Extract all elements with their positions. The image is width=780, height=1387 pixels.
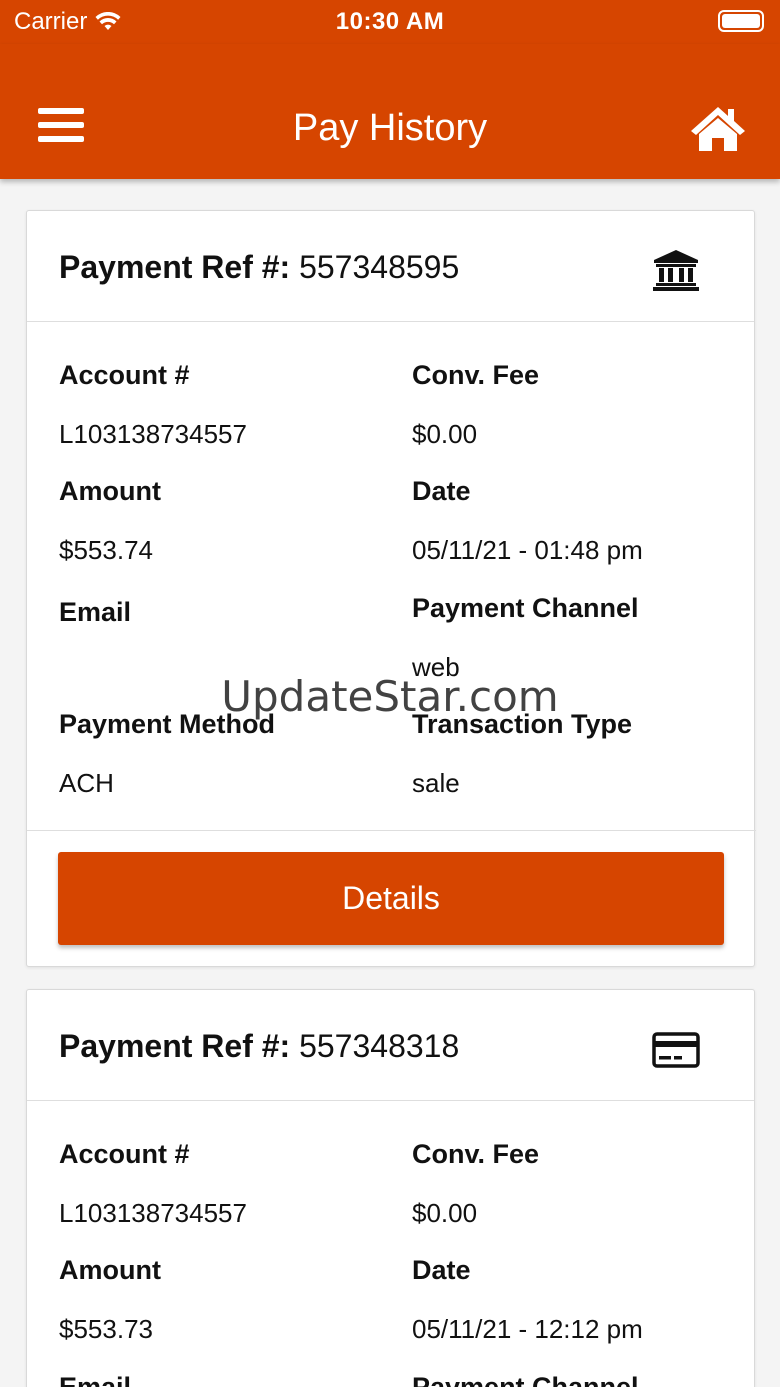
amount-value: $553.73 [59,1314,153,1344]
date-value: 05/11/21 - 12:12 pm [412,1314,643,1344]
account-value: L103138734557 [59,1198,247,1228]
account-label: Account # [59,360,190,390]
conv-fee-value: $0.00 [412,419,478,449]
page-title: Pay History [292,107,488,149]
card-header: Payment Ref #: 557348595 [27,211,754,322]
home-icon[interactable] [688,104,748,154]
status-bar: Carrier 10:30 AM [0,0,780,44]
payment-ref-value: 557348318 [299,1028,460,1064]
payment-channel-label: Payment Channel [412,1372,639,1387]
conv-fee-label: Conv. Fee [412,1139,540,1169]
payment-ref-value: 557348595 [299,249,460,285]
date-label: Date [412,476,471,506]
conv-fee-value: $0.00 [412,1198,478,1228]
amount-value: $553.74 [59,535,153,565]
amount-label: Amount [59,476,161,506]
app-header: Pay History [0,44,780,179]
transaction-type-value: sale [412,768,460,798]
date-label: Date [412,1255,471,1285]
conv-fee-label: Conv. Fee [412,360,540,390]
email-label: Email [59,1372,132,1387]
payment-ref-label: Payment Ref #: [59,1028,291,1064]
payment-card: Payment Ref #: 557348595 Account # Conv.… [26,210,756,967]
amount-label: Amount [59,1255,161,1285]
transaction-type-label: Transaction Type [412,709,633,739]
payment-ref: Payment Ref #: 557348318 [59,1028,459,1065]
clock: 10:30 AM [335,8,445,35]
date-value: 05/11/21 - 01:48 pm [412,535,643,565]
payment-method-label: Payment Method [59,709,276,739]
payment-ref: Payment Ref #: 557348595 [59,249,459,286]
email-label: Email [59,597,132,627]
credit-card-icon [652,1032,700,1068]
payment-card: Payment Ref #: 557348318 Account # Conv.… [26,989,755,1387]
details-button[interactable]: Details [58,852,724,945]
payment-channel-value: web [412,652,460,682]
bank-icon [653,250,699,291]
battery-icon [718,10,764,32]
account-value: L103138734557 [59,419,247,449]
payment-channel-label: Payment Channel [412,593,639,623]
account-label: Account # [59,1139,190,1169]
card-header: Payment Ref #: 557348318 [27,990,754,1101]
card-footer: Details [27,830,756,967]
payment-method-value: ACH [59,768,114,798]
payment-ref-label: Payment Ref #: [59,249,291,285]
